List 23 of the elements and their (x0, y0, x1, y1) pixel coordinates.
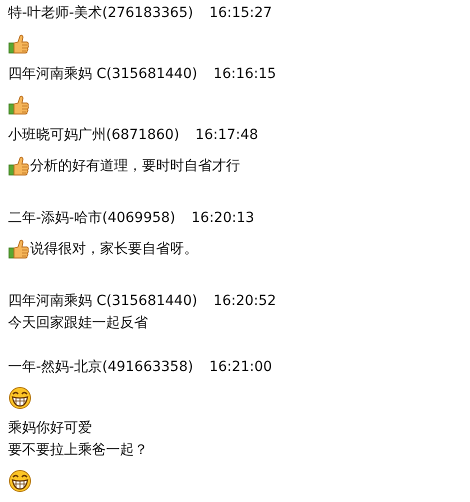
sender-name: 二年-添妈-哈市(4069958) (8, 209, 176, 227)
sender-name: 四年河南乘妈 C(315681440) (8, 292, 198, 310)
message-time: 16:21:00 (209, 359, 272, 375)
message-text: 说得很对，家长要自省呀。 (30, 240, 198, 258)
thumbs-up-icon (8, 154, 30, 176)
thumbs-up-icon (8, 94, 30, 116)
sender-name: 一年-然妈-北京(491663358) (8, 358, 194, 376)
grinning-face-icon (8, 468, 32, 492)
grinning-face-icon (8, 386, 32, 410)
message-text: 要不要拉上乘爸一起？ (8, 441, 148, 459)
message-text: 今天回家跟娃一起反省 (8, 314, 148, 332)
message-time: 16:17:48 (195, 127, 258, 143)
sender-name: 四年河南乘妈 C(315681440) (8, 65, 198, 83)
message-text: 分析的好有道理，要时时自省才行 (30, 156, 240, 174)
message-text: 乘妈你好可爱 (8, 419, 92, 437)
message-time: 16:20:52 (213, 293, 276, 309)
sender-name: 小班晓可妈广州(6871860) (8, 126, 180, 144)
message-time: 16:20:13 (191, 210, 254, 226)
message-time: 16:16:15 (213, 66, 276, 82)
thumbs-up-icon (8, 238, 30, 260)
sender-name: 特-叶老师-美术(276183365) (8, 4, 194, 22)
thumbs-up-icon (8, 32, 30, 54)
message-time: 16:15:27 (209, 5, 272, 21)
